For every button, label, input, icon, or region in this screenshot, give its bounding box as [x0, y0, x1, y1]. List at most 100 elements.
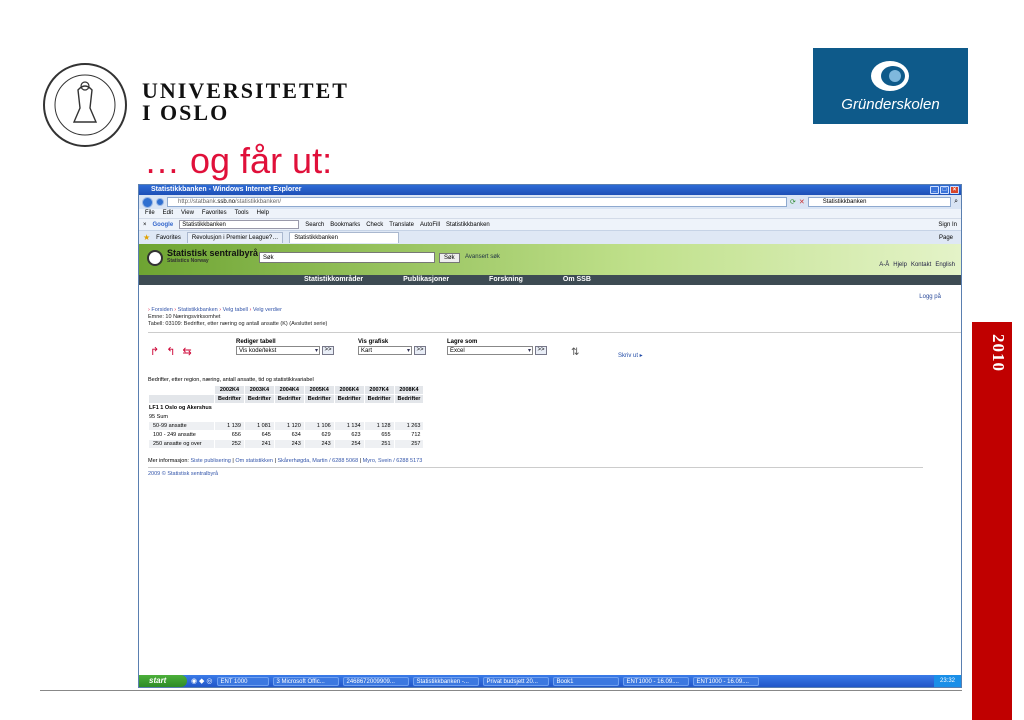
page-menu[interactable]: Page [939, 235, 953, 241]
login-link[interactable]: Logg på [919, 294, 941, 300]
check-button[interactable]: Check [366, 222, 383, 228]
taskbar-item[interactable]: Privat budsjett 20... [482, 676, 549, 686]
edit-table-select[interactable]: Vis kode/tekst [236, 346, 320, 355]
menu-edit[interactable]: Edit [163, 209, 173, 218]
ssb-name: Statistisk sentralbyrå [167, 248, 259, 258]
breadcrumb-velg-tabell[interactable]: Velg tabell [223, 307, 248, 313]
industry-row: 95 Sum [147, 412, 425, 422]
sign-in-link[interactable]: Sign In [938, 222, 957, 228]
az-link[interactable]: A-Å [879, 262, 889, 268]
back-icon[interactable] [142, 196, 153, 208]
menu-help[interactable]: Help [257, 209, 269, 218]
chart-label: Vis grafisk [358, 339, 389, 345]
taskbar-item[interactable]: ENT1000 - 16.09.... [692, 676, 759, 686]
taskbar-item[interactable]: Book1 [552, 676, 619, 686]
variable-header: Bedrifter [214, 394, 245, 404]
start-button[interactable]: start [139, 675, 187, 687]
bookmarks-button[interactable]: Bookmarks [330, 222, 360, 228]
pivot-icons[interactable]: ↱ ↰ ⇆ [150, 347, 194, 358]
nav-om-ssb[interactable]: Om SSB [563, 275, 591, 285]
english-link[interactable]: English [935, 262, 955, 268]
stop-icon[interactable]: ✕ [799, 198, 805, 206]
forward-icon[interactable] [156, 198, 164, 206]
url-field[interactable]: http://statbank.ssb.no/statistikkbanken/ [167, 197, 787, 207]
copyright: 2009 © Statistisk sentralbyrå [148, 471, 219, 477]
taskbar-item[interactable]: Statistikkbanken -... [412, 676, 479, 686]
favorites-button[interactable]: Favorites [156, 235, 181, 241]
menu-tools[interactable]: Tools [235, 209, 249, 218]
variable-header: Bedrifter [303, 394, 335, 404]
contact-person-link[interactable]: Skårerhøgda, Martin / 6288 5068 [277, 458, 358, 464]
menu-view[interactable]: View [181, 209, 194, 218]
google-search-input[interactable]: Statistikkbanken [179, 220, 300, 229]
period-header: 2006K4 [333, 385, 365, 395]
contact-person-link[interactable]: Myro, Svein / 6288 5173 [363, 458, 423, 464]
table-cell: 656 [214, 430, 245, 440]
ssb-header: Statistisk sentralbyrå Statistics Norway… [139, 244, 961, 275]
google-close-icon[interactable]: × [143, 222, 147, 228]
favorites-star-icon[interactable]: ★ [143, 233, 150, 242]
close-icon[interactable]: × [950, 186, 959, 194]
period-header: 2002K4 [214, 385, 245, 395]
breadcrumb-statistikkbanken[interactable]: Statistikkbanken [178, 307, 218, 313]
variable-header: Bedrifter [243, 394, 275, 404]
table-cell: 712 [393, 430, 425, 440]
period-header-row: 2002K4 2003K4 2004K4 2005K4 2006K4 2007K… [148, 385, 425, 395]
maximize-icon[interactable]: □ [940, 186, 949, 194]
chart-group: Vis grafisk Kart>> [358, 339, 426, 355]
table-cell: 629 [303, 430, 335, 440]
table-cell: 1 120 [273, 421, 305, 431]
translate-button[interactable]: Translate [389, 222, 414, 228]
statistikkbanken-button[interactable]: Statistikkbanken [446, 222, 490, 228]
top-links: A-Å Hjelp Kontakt English [879, 262, 955, 268]
print-link[interactable]: Skriv ut ▸ [618, 353, 643, 360]
refresh-icon[interactable]: ⟳ [790, 198, 796, 206]
table-cell: 243 [273, 439, 305, 449]
taskbar-item[interactable]: 3 Microsoft Offic... [272, 676, 339, 686]
breadcrumb-forsiden[interactable]: Forsiden [151, 307, 172, 313]
data-table: 2002K4 2003K4 2004K4 2005K4 2006K4 2007K… [147, 385, 425, 449]
menu-favorites[interactable]: Favorites [202, 209, 227, 218]
site-search-button[interactable]: Søk [439, 253, 460, 263]
print-label: Skriv ut [618, 353, 639, 359]
tab-statistikkbanken[interactable]: Statistikkbanken [289, 232, 400, 243]
tab-premier-league[interactable]: Revolusjon i Premier League?… [186, 232, 284, 243]
advanced-search-link[interactable]: Avansert søk [465, 254, 500, 260]
taskbar-item[interactable]: ENT 1000 [216, 676, 269, 686]
breadcrumb-marker: › [148, 307, 150, 313]
period-header: 2004K4 [273, 385, 305, 395]
quicklaunch-icons[interactable]: ◉ ◆ ◎ [191, 677, 213, 685]
site-search-input[interactable]: Søk [259, 252, 435, 263]
row-label: 250 ansatte og over [148, 439, 215, 449]
more-info-label: Mer informasjon: [148, 458, 189, 464]
ssb-logo-icon[interactable] [147, 250, 163, 266]
autofill-button[interactable]: AutoFill [420, 222, 440, 228]
breadcrumb-velg-verdier[interactable]: Velg verdier [253, 307, 282, 313]
nav-forskning[interactable]: Forskning [489, 275, 523, 285]
table-caption: Bedrifter, etter region, næring, antall … [148, 377, 314, 383]
sort-icon[interactable]: ⇅ [571, 348, 579, 358]
help-link[interactable]: Hjelp [893, 262, 907, 268]
window-titlebar: Statistikkbanken - Windows Internet Expl… [139, 185, 961, 195]
nav-publikasjoner[interactable]: Publikasjoner [403, 275, 449, 285]
taskbar-item[interactable]: ENT1000 - 16.09.... [622, 676, 689, 686]
taskbar-item[interactable]: 2468672009909... [342, 676, 409, 686]
google-search-button[interactable]: Search [305, 222, 324, 228]
google-toolbar: × Google Statistikkbanken Search Bookmar… [139, 218, 961, 230]
save-select[interactable]: Excel [447, 346, 533, 355]
latest-release-link[interactable]: Siste publisering [191, 458, 231, 464]
browser-search-input[interactable]: Statistikkbanken [807, 197, 952, 207]
contact-link[interactable]: Kontakt [911, 262, 931, 268]
nav-statistikkomrader[interactable]: Statistikkområder [304, 275, 363, 285]
chart-go-button[interactable]: >> [414, 346, 426, 355]
search-icon[interactable]: ⌕ [954, 198, 958, 206]
table-cell: 634 [273, 430, 305, 440]
minimize-icon[interactable]: _ [930, 186, 939, 194]
edit-go-button[interactable]: >> [322, 346, 334, 355]
save-go-button[interactable]: >> [535, 346, 547, 355]
about-statistics-link[interactable]: Om statistikken [235, 458, 273, 464]
variable-header: Bedrifter [363, 394, 395, 404]
menu-file[interactable]: File [145, 209, 155, 218]
chart-select[interactable]: Kart [358, 346, 412, 355]
table-cell: 645 [243, 430, 275, 440]
